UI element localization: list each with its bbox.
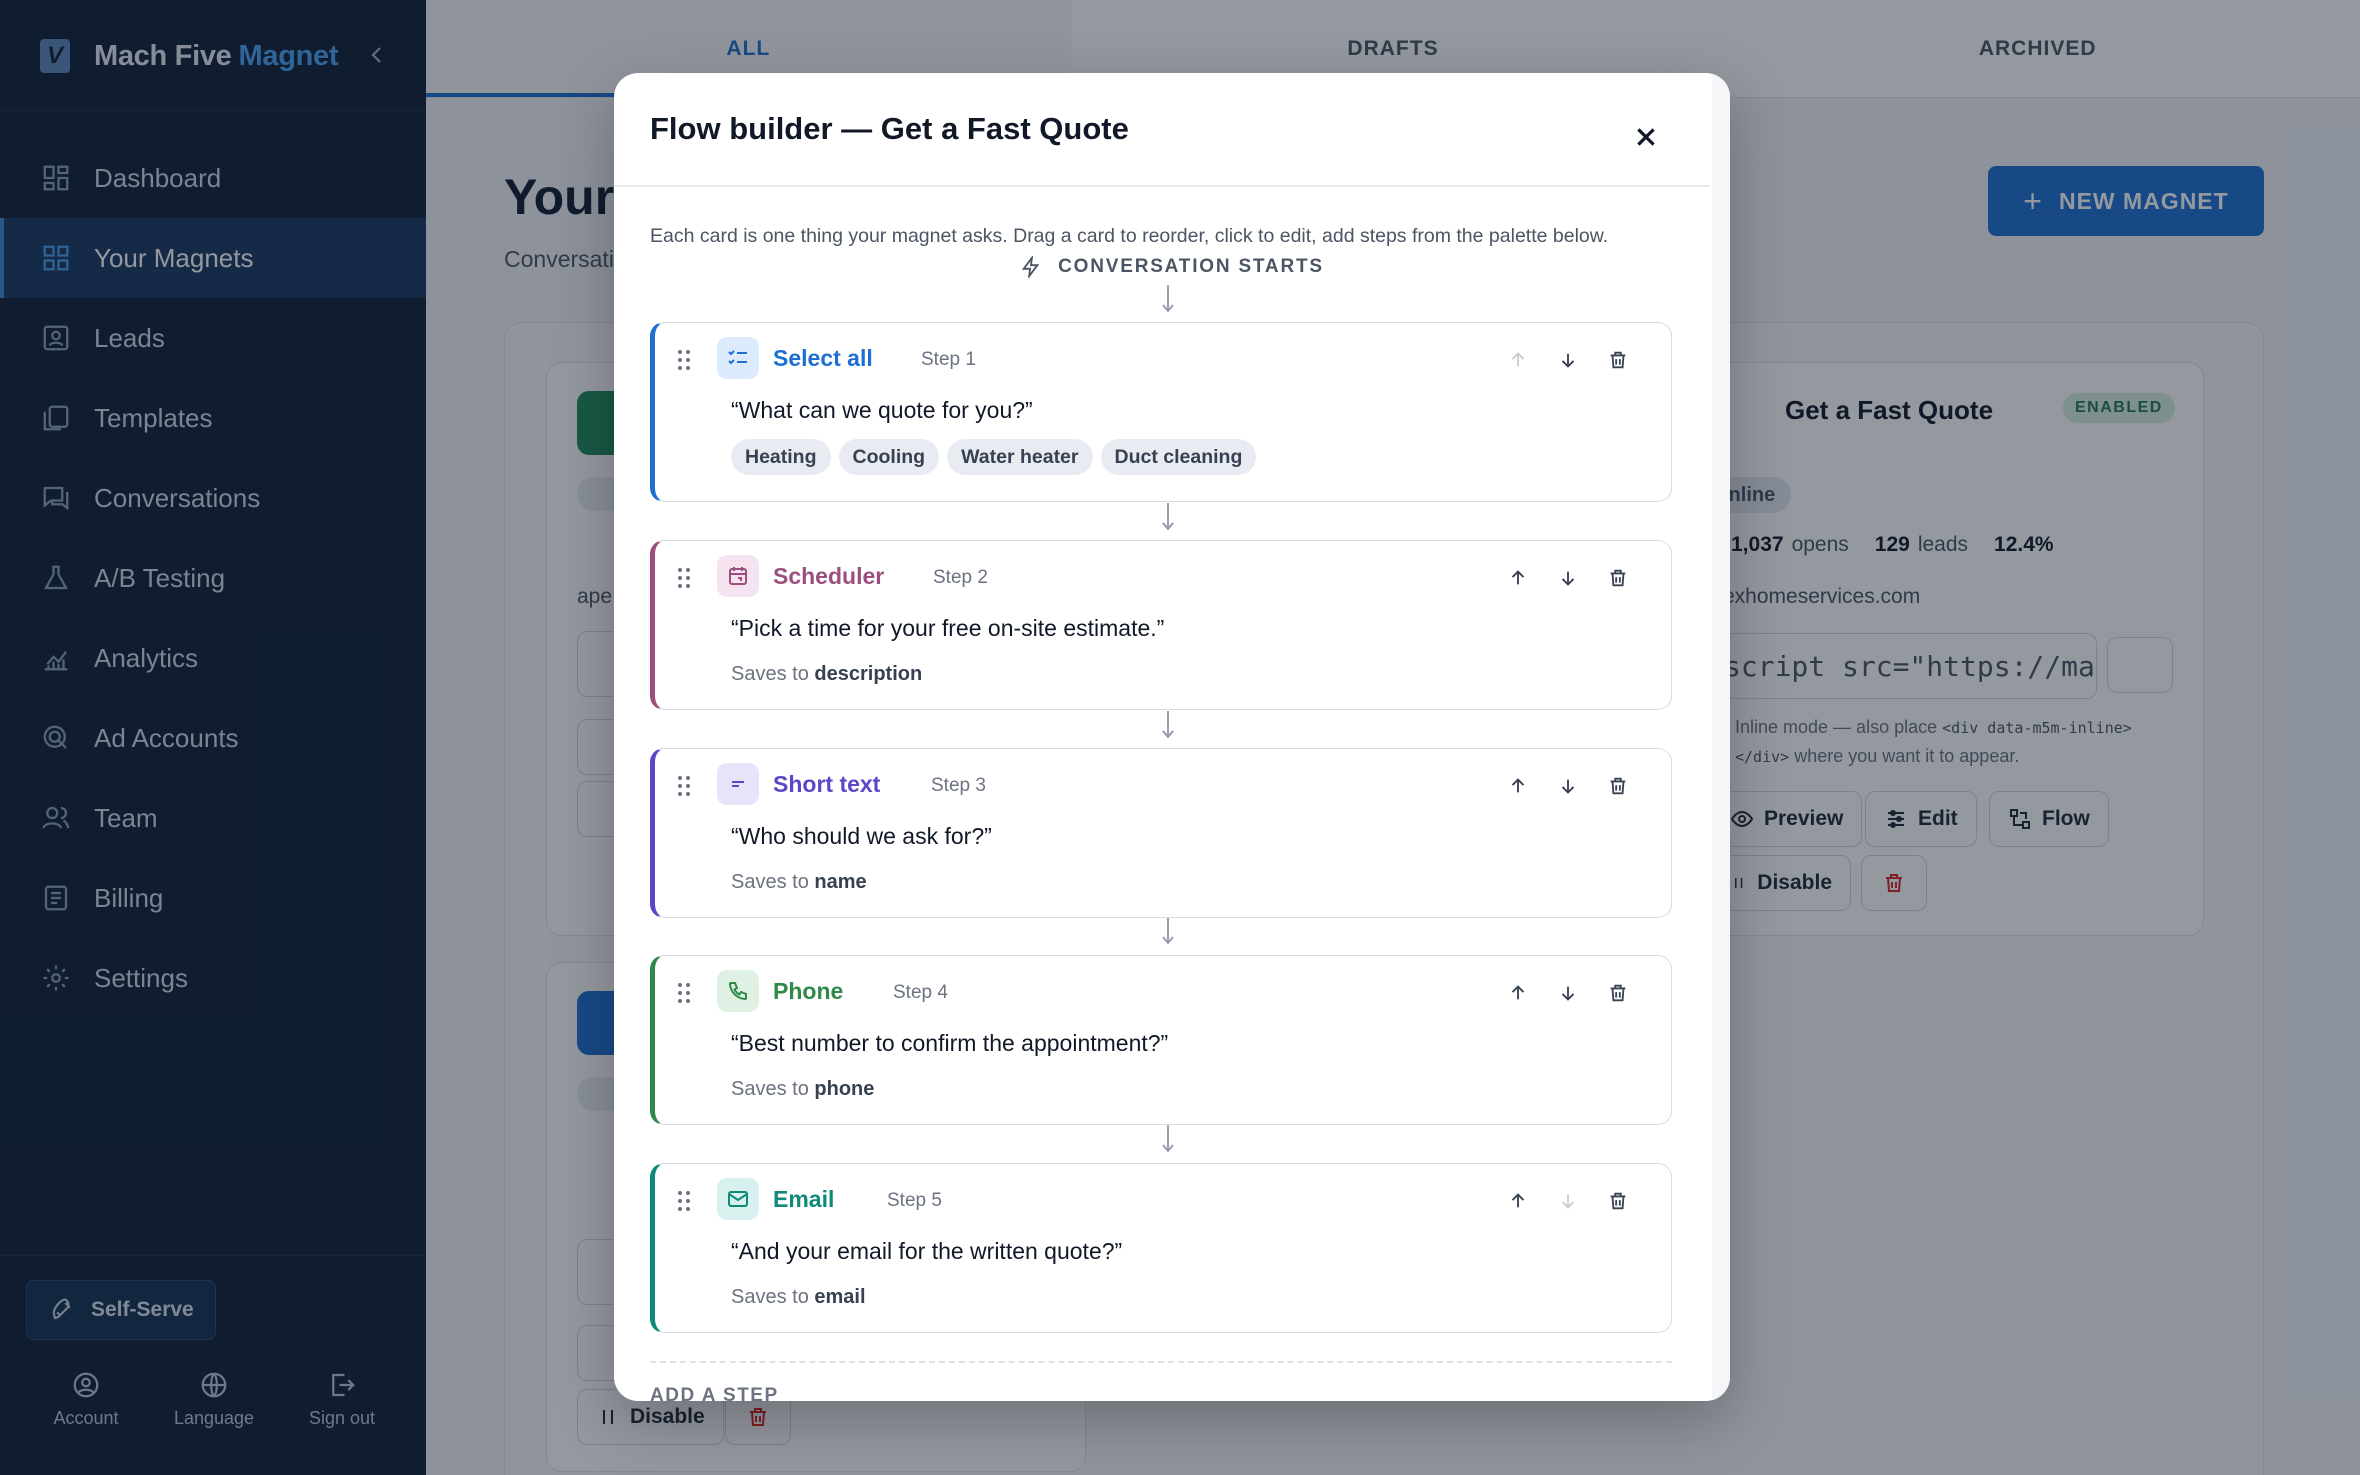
saves-to-field: Saves to description xyxy=(731,663,923,685)
checklist-icon xyxy=(717,337,759,379)
delete-step-button[interactable] xyxy=(1593,1186,1643,1216)
step-card-email[interactable]: Email Step 5 “And your email for the wri… xyxy=(650,1163,1672,1333)
move-up-button[interactable] xyxy=(1493,563,1543,593)
step-actions xyxy=(1493,1186,1643,1216)
step-number: Step 4 xyxy=(893,982,948,1003)
arrow-up-icon xyxy=(1511,985,1525,1000)
step-type-label: Phone xyxy=(773,978,844,1004)
step-actions xyxy=(1493,563,1643,593)
step-question: “Best number to confirm the appointment?… xyxy=(731,1030,1169,1056)
trash-icon xyxy=(1610,1192,1626,1210)
conversation-start-marker: CONVERSATION STARTS xyxy=(614,256,1730,278)
move-down-button xyxy=(1543,1186,1593,1216)
arrow-down-icon xyxy=(1561,779,1575,794)
conversation-start-label: CONVERSATION STARTS xyxy=(1058,256,1324,277)
step-actions xyxy=(1493,345,1643,375)
arrow-down-icon xyxy=(1561,1194,1575,1209)
trash-icon xyxy=(1610,351,1626,369)
step-card-phone[interactable]: Phone Step 4 “Best number to confirm the… xyxy=(650,955,1672,1125)
drag-handle-icon[interactable] xyxy=(677,567,691,589)
drag-handle-icon[interactable] xyxy=(677,349,691,371)
move-down-button[interactable] xyxy=(1543,345,1593,375)
add-step-heading: ADD A STEP xyxy=(650,1385,779,1401)
step-question: “Who should we ask for?” xyxy=(731,823,992,849)
drag-handle-icon[interactable] xyxy=(677,1190,691,1212)
move-down-button[interactable] xyxy=(1543,771,1593,801)
step-type-label: Scheduler xyxy=(773,563,885,589)
step-actions xyxy=(1493,978,1643,1008)
step-card-short-text[interactable]: Short text Step 3 “Who should we ask for… xyxy=(650,748,1672,918)
modal-scrollbar[interactable] xyxy=(1712,73,1730,1401)
step-number: Step 2 xyxy=(933,567,988,588)
modal-description: Each card is one thing your magnet asks.… xyxy=(650,225,1609,247)
flow-connector xyxy=(1161,1125,1175,1155)
drag-handle-icon[interactable] xyxy=(677,775,691,797)
arrow-down-icon xyxy=(1561,986,1575,1001)
trash-icon xyxy=(1610,777,1626,795)
close-icon xyxy=(1637,128,1655,146)
saves-to-field: Saves to name xyxy=(731,871,867,893)
delete-step-button[interactable] xyxy=(1593,771,1643,801)
step-type-label: Email xyxy=(773,1186,835,1212)
saves-to-field: Saves to email xyxy=(731,1286,866,1308)
step-number: Step 5 xyxy=(887,1190,942,1211)
step-actions xyxy=(1493,771,1643,801)
option-chip: Duct cleaning xyxy=(1100,439,1257,475)
flow-connector xyxy=(1161,917,1175,947)
move-down-button[interactable] xyxy=(1543,563,1593,593)
flow-connector xyxy=(1161,711,1175,741)
delete-step-button[interactable] xyxy=(1593,978,1643,1008)
arrow-up-icon xyxy=(1511,778,1525,793)
arrow-up-icon xyxy=(1511,352,1525,367)
close-button[interactable] xyxy=(1624,115,1668,159)
phone-icon xyxy=(717,970,759,1012)
move-up-button[interactable] xyxy=(1493,1186,1543,1216)
trash-icon xyxy=(1610,569,1626,587)
step-question: “Pick a time for your free on-site estim… xyxy=(731,615,1165,641)
trash-icon xyxy=(1610,984,1626,1002)
flow-connector xyxy=(1161,285,1175,315)
delete-step-button[interactable] xyxy=(1593,345,1643,375)
move-up-button xyxy=(1493,345,1543,375)
divider xyxy=(650,1361,1672,1363)
drag-handle-icon[interactable] xyxy=(677,982,691,1004)
step-question: “What can we quote for you?” xyxy=(731,397,1033,423)
option-chip: Heating xyxy=(731,439,831,475)
step-question: “And your email for the written quote?” xyxy=(731,1238,1123,1264)
divider xyxy=(614,185,1710,187)
step-card-scheduler[interactable]: Scheduler Step 2 “Pick a time for your f… xyxy=(650,540,1672,710)
arrow-up-icon xyxy=(1511,1193,1525,1208)
flow-connector xyxy=(1161,503,1175,533)
option-chip: Cooling xyxy=(838,439,940,475)
mail-icon xyxy=(717,1178,759,1220)
move-down-button[interactable] xyxy=(1543,978,1593,1008)
delete-step-button[interactable] xyxy=(1593,563,1643,593)
step-number: Step 1 xyxy=(921,349,976,370)
arrow-up-icon xyxy=(1511,570,1525,585)
flow-builder-modal: Flow builder — Get a Fast Quote Each car… xyxy=(614,73,1730,1401)
step-type-label: Select all xyxy=(773,345,873,371)
saves-to-field: Saves to phone xyxy=(731,1078,875,1100)
move-up-button[interactable] xyxy=(1493,771,1543,801)
step-type-label: Short text xyxy=(773,771,881,797)
step-number: Step 3 xyxy=(931,775,986,796)
arrow-down-icon xyxy=(1561,353,1575,368)
arrow-down-icon xyxy=(1561,571,1575,586)
modal-title: Flow builder — Get a Fast Quote xyxy=(650,111,1129,146)
option-chip: Water heater xyxy=(947,439,1093,475)
lightning-icon xyxy=(1021,256,1040,278)
step-card-select-all[interactable]: Select all Step 1 “What can we quote for… xyxy=(650,322,1672,502)
move-up-button[interactable] xyxy=(1493,978,1543,1008)
option-chips: Heating Cooling Water heater Duct cleani… xyxy=(731,439,1264,475)
text-lines-icon xyxy=(717,763,759,805)
calendar-icon xyxy=(717,555,759,597)
